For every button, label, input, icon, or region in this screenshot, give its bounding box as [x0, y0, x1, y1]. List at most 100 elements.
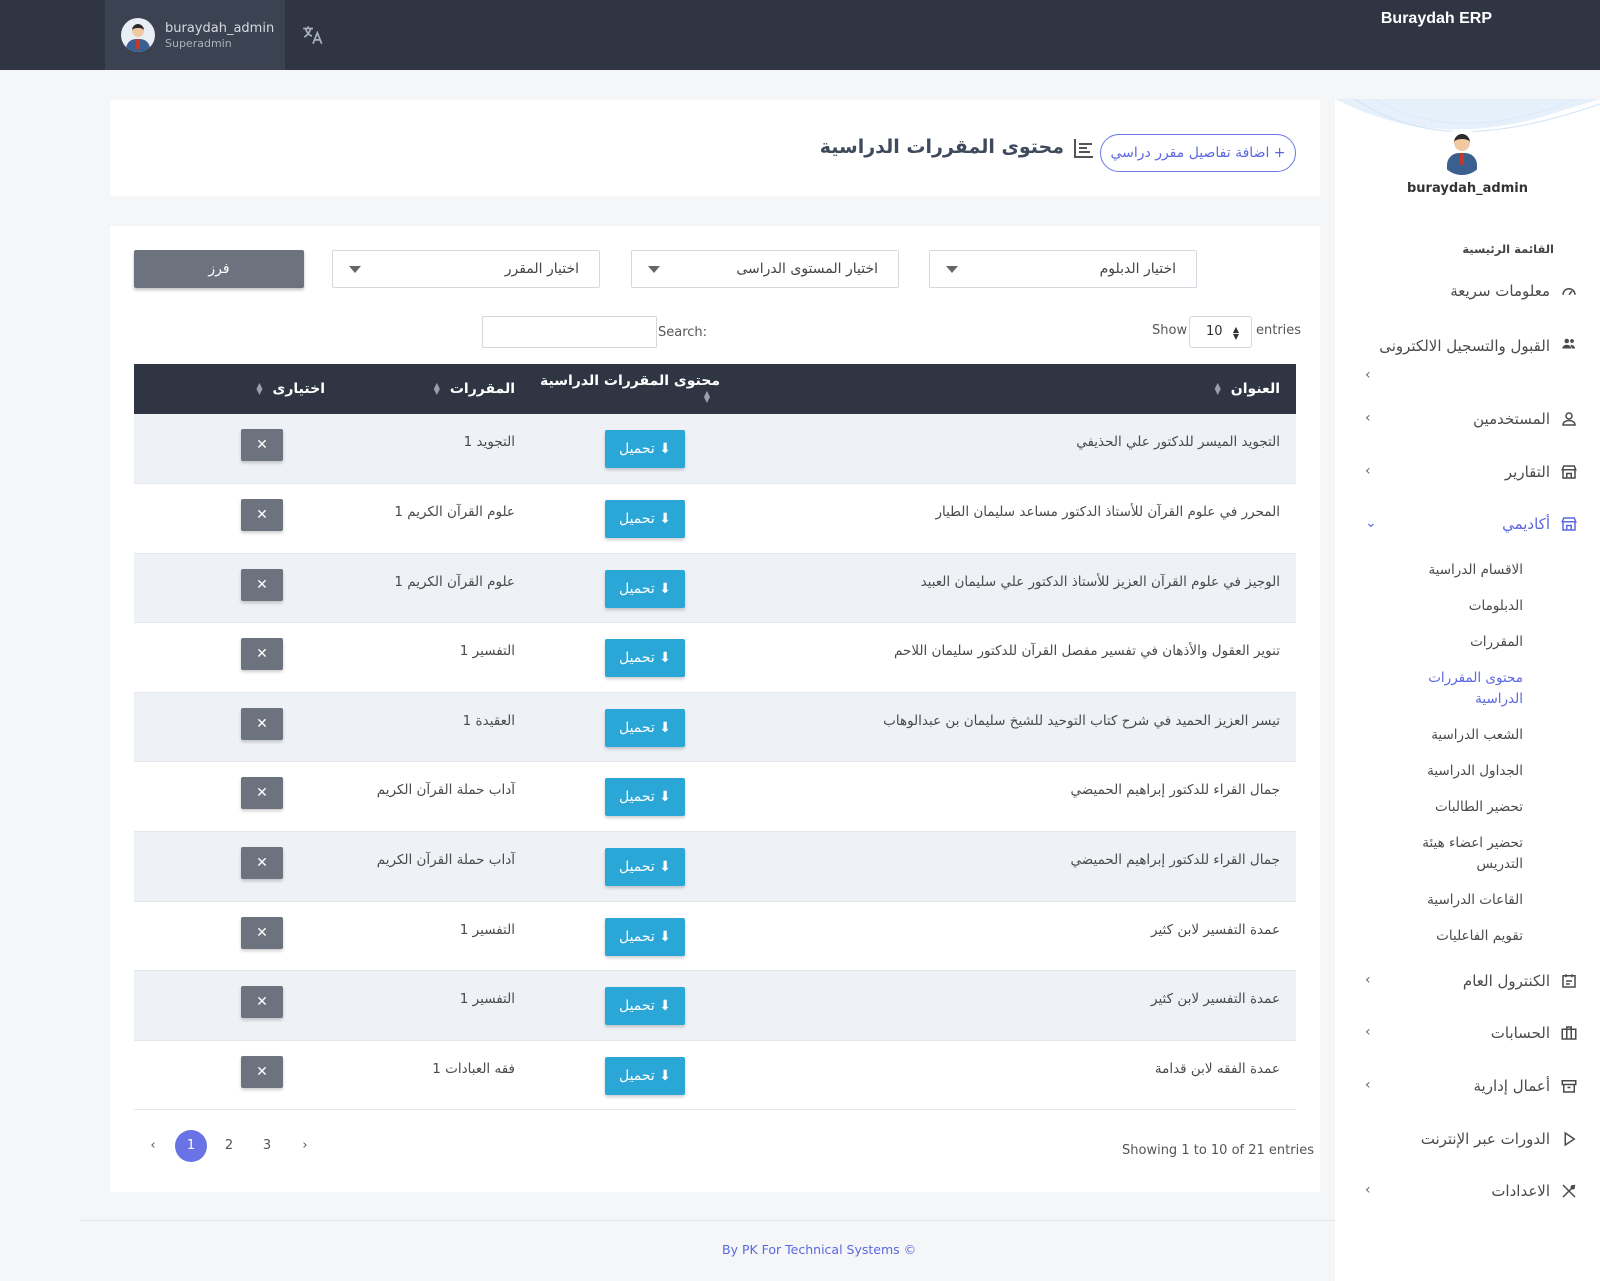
chevron-left-icon[interactable]: ‹ [1365, 1182, 1371, 1198]
sort-icon: ▲ ▼ [703, 389, 710, 404]
sidebar-item-label: الحسابات [1490, 1024, 1550, 1042]
sidebar-item-label: الدورات عبر الإنترنت [1420, 1130, 1550, 1148]
sidebar-sub-schedules[interactable]: الجداول الدراسية [1403, 761, 1523, 782]
delete-button[interactable]: ✕ [241, 986, 283, 1019]
download-icon: ⬇ [659, 859, 672, 876]
sidebar-item-accounts[interactable]: الحسابات [1360, 1024, 1577, 1042]
page-length-value: 10 [1206, 324, 1223, 339]
page-button-2[interactable]: 2 [210, 1130, 248, 1162]
sidebar-avatar [1439, 129, 1485, 175]
sort-icon: ▲ ▼ [1214, 381, 1221, 396]
delete-button[interactable]: ✕ [241, 1055, 283, 1088]
sidebar-item-quick-info[interactable]: معلومات سريعة [1360, 282, 1576, 300]
page-button-3[interactable]: 3 [248, 1130, 286, 1162]
download-label: تحميل [618, 719, 655, 736]
sidebar-sub-courses[interactable]: المقررات [1403, 632, 1523, 653]
add-course-details-button[interactable]: + اضافة تفاصيل مقرر دراسي [1100, 134, 1296, 172]
download-button[interactable]: ⬇ تحميل [605, 708, 685, 747]
column-header-options[interactable]: اختيارى▲ ▼ [134, 364, 341, 414]
column-header-content[interactable]: محتوى المقررات الدراسية▲ ▼ [531, 364, 736, 414]
download-icon: ⬇ [659, 580, 672, 597]
sidebar-item-label: أعمال إدارية [1473, 1077, 1550, 1095]
sidebar-sub-diplomas[interactable]: الدبلومات [1403, 596, 1523, 617]
calendar-icon [1562, 974, 1576, 988]
sidebar-item-admin-work[interactable]: أعمال إدارية [1360, 1077, 1577, 1095]
download-button[interactable]: ⬇ تحميل [605, 917, 685, 956]
delete-button[interactable]: ✕ [241, 707, 283, 740]
download-button[interactable]: ⬇ تحميل [605, 778, 685, 817]
user-menu[interactable]: buraydah_admin Superadmin [105, 0, 285, 70]
sidebar-sub-student-attendance[interactable]: تحضير الطالبات [1403, 797, 1523, 818]
sidebar-item-academic[interactable]: أكاديمي [1360, 515, 1577, 533]
column-header-title[interactable]: العنوان▲ ▼ [736, 364, 1296, 414]
chevron-left-icon[interactable]: ‹ [1365, 1024, 1371, 1040]
sidebar-item-settings[interactable]: الاعدادات [1360, 1182, 1576, 1200]
delete-button[interactable]: ✕ [241, 499, 283, 532]
cell-course: التفسير 1 [459, 991, 515, 1008]
user-icon [1562, 412, 1576, 426]
prev-page-button[interactable]: ‹ [134, 1130, 172, 1162]
delete-button[interactable]: ✕ [241, 638, 283, 671]
download-label: تحميل [618, 859, 655, 876]
sidebar-item-reports[interactable]: التقارير [1360, 463, 1577, 481]
download-icon: ⬇ [659, 441, 672, 457]
sidebar-item-online-courses[interactable]: الدورات عبر الإنترنت [1360, 1130, 1576, 1148]
sidebar-sub-sections[interactable]: الشعب الدراسية [1403, 725, 1523, 746]
sidebar-item-general-control[interactable]: الكنترول العام [1360, 972, 1576, 990]
delete-button[interactable]: ✕ [241, 568, 283, 601]
download-button[interactable]: ⬇ تحميل [605, 500, 685, 539]
sidebar-sub-events-calendar[interactable]: تقويم الفاعليات [1403, 926, 1523, 947]
pagination-info: Showing 1 to 10 of 21 entries [1122, 1143, 1314, 1158]
course-select[interactable]: اختيار المقرر [332, 250, 600, 288]
chevron-left-icon[interactable]: ‹ [1365, 463, 1371, 479]
sidebar-item-label: أكاديمي [1502, 515, 1550, 533]
download-button[interactable]: ⬇ تحميل [605, 430, 685, 468]
sidebar-user-name: buraydah_admin [1407, 181, 1528, 196]
footer-credit[interactable]: By PK For Technical Systems © [722, 1242, 916, 1257]
level-select[interactable]: اختيار المستوى الدراسى [631, 250, 899, 288]
chevron-left-icon[interactable]: ‹ [1365, 410, 1371, 426]
column-header-course[interactable]: المقررات▲ ▼ [341, 364, 531, 414]
cell-course: فقه العبادات 1 [432, 1060, 515, 1077]
chevron-down-icon[interactable]: ⌄ [1365, 515, 1377, 531]
cell-title: المحرر في علوم القرآن للأستاذ الدكتور مس… [935, 504, 1280, 521]
sidebar-item-label: معلومات سريعة [1450, 282, 1550, 300]
sidebar-sub-staff-attendance[interactable]: تحضير اعضاء هيئة التدريس [1403, 833, 1523, 875]
download-button[interactable]: ⬇ تحميل [605, 987, 685, 1026]
sidebar-sub-classrooms[interactable]: القاعات الدراسية [1403, 890, 1523, 911]
chevron-left-icon[interactable]: ‹ [1365, 367, 1371, 383]
cell-course: التجويد 1 [463, 434, 515, 450]
sidebar-item-users[interactable]: المستخدمين [1360, 410, 1576, 428]
table-row: عمدة التفسير لابن كثير ⬇ تحميل التفسير 1 ✕ [134, 970, 1296, 1041]
sidebar-item-label: المستخدمين [1473, 410, 1550, 428]
delete-button[interactable]: ✕ [241, 429, 283, 461]
sort-button[interactable]: فرز [134, 250, 304, 288]
download-icon: ⬇ [659, 1067, 672, 1084]
page-length-select[interactable]: 10 ▲ ▼ [1189, 316, 1252, 348]
next-page-button[interactable]: › [286, 1130, 324, 1162]
cell-course: علوم القرآن الكريم 1 [394, 573, 515, 590]
download-button[interactable]: ⬇ تحميل [605, 1056, 685, 1095]
download-label: تحميل [618, 441, 655, 457]
delete-button[interactable]: ✕ [241, 916, 283, 949]
content-list-icon [1072, 136, 1096, 160]
chevron-left-icon[interactable]: ‹ [1365, 972, 1371, 988]
download-label: تحميل [618, 650, 655, 667]
download-button[interactable]: ⬇ تحميل [605, 848, 685, 887]
store-icon [1561, 465, 1577, 479]
download-label: تحميل [618, 511, 655, 528]
chevron-left-icon[interactable]: ‹ [1365, 1077, 1371, 1093]
download-button[interactable]: ⬇ تحميل [605, 639, 685, 678]
sidebar-item-admission[interactable]: القبول والتسجيل الالكترونى [1360, 335, 1575, 358]
content-card: فرز اختيار المقرر اختيار المستوى الدراسى… [110, 226, 1320, 1192]
download-button[interactable]: ⬇ تحميل [605, 569, 685, 608]
search-input[interactable] [482, 316, 657, 348]
delete-button[interactable]: ✕ [241, 777, 283, 810]
diploma-select[interactable]: اختيار الدبلوم [929, 250, 1197, 288]
sidebar-sub-course-content[interactable]: محتوى المقررات الدراسية [1403, 668, 1523, 710]
sidebar-sub-departments[interactable]: الاقسام الدراسية [1403, 560, 1523, 581]
translate-icon[interactable] [300, 22, 326, 48]
delete-button[interactable]: ✕ [241, 847, 283, 880]
page-button-1[interactable]: 1 [175, 1130, 207, 1162]
sidebar-item-label: الاعدادات [1491, 1182, 1550, 1200]
